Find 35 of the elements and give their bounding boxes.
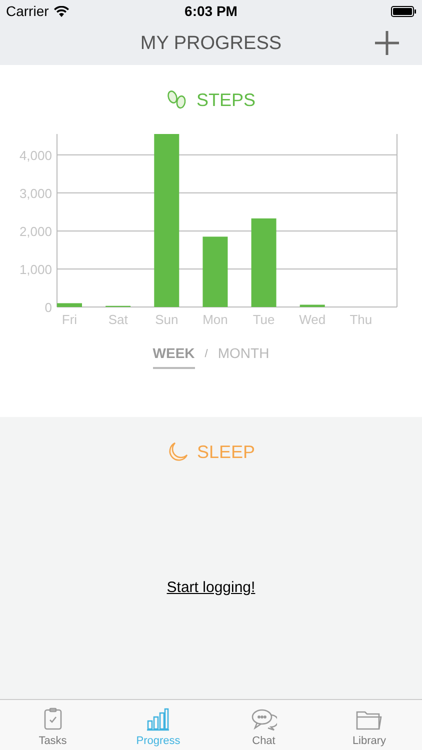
screen-title: MY PROGRESS xyxy=(140,32,282,54)
bar xyxy=(202,236,228,307)
section-title: STEPS xyxy=(196,90,256,110)
carrier-name: Carrier xyxy=(6,3,49,19)
axis-label: 2,000 xyxy=(19,224,52,239)
footprints-icon xyxy=(166,89,188,111)
wifi-icon xyxy=(54,6,69,16)
clock-time: 6:03 PM xyxy=(184,3,238,19)
separator: / xyxy=(204,347,208,360)
moon-icon xyxy=(166,441,189,463)
period-tab[interactable]: WEEK xyxy=(152,345,195,369)
axis-label: 3,000 xyxy=(19,186,52,201)
axis-label: Mon xyxy=(202,312,228,327)
tab-bar-item[interactable]: Progress xyxy=(106,700,211,750)
add-button[interactable] xyxy=(374,30,400,56)
axis-label: Sun xyxy=(155,312,178,327)
tab-bar-item[interactable]: Library xyxy=(316,700,422,750)
start-logging-link[interactable]: Start logging! xyxy=(166,579,256,596)
axis-label: Wed xyxy=(299,312,326,327)
bar-chart-icon xyxy=(146,707,170,731)
section-title: SLEEP xyxy=(196,442,256,462)
battery-icon xyxy=(391,6,416,16)
axis-label: Sat xyxy=(108,312,128,327)
tab-bar-item[interactable]: Tasks xyxy=(0,700,106,750)
axis-label: 4,000 xyxy=(19,148,52,163)
axis-label: Thu xyxy=(350,312,372,327)
tab-bar-item[interactable]: Chat xyxy=(211,700,316,750)
axis-label: 0 xyxy=(44,300,52,315)
bar xyxy=(57,303,82,307)
axis-label: Tue xyxy=(252,312,275,327)
chat-bubbles-icon xyxy=(250,707,277,731)
axis-label: Fri xyxy=(62,312,78,327)
bar xyxy=(300,304,325,307)
folder-icon xyxy=(356,709,382,731)
axis-label: 1,000 xyxy=(19,262,52,277)
